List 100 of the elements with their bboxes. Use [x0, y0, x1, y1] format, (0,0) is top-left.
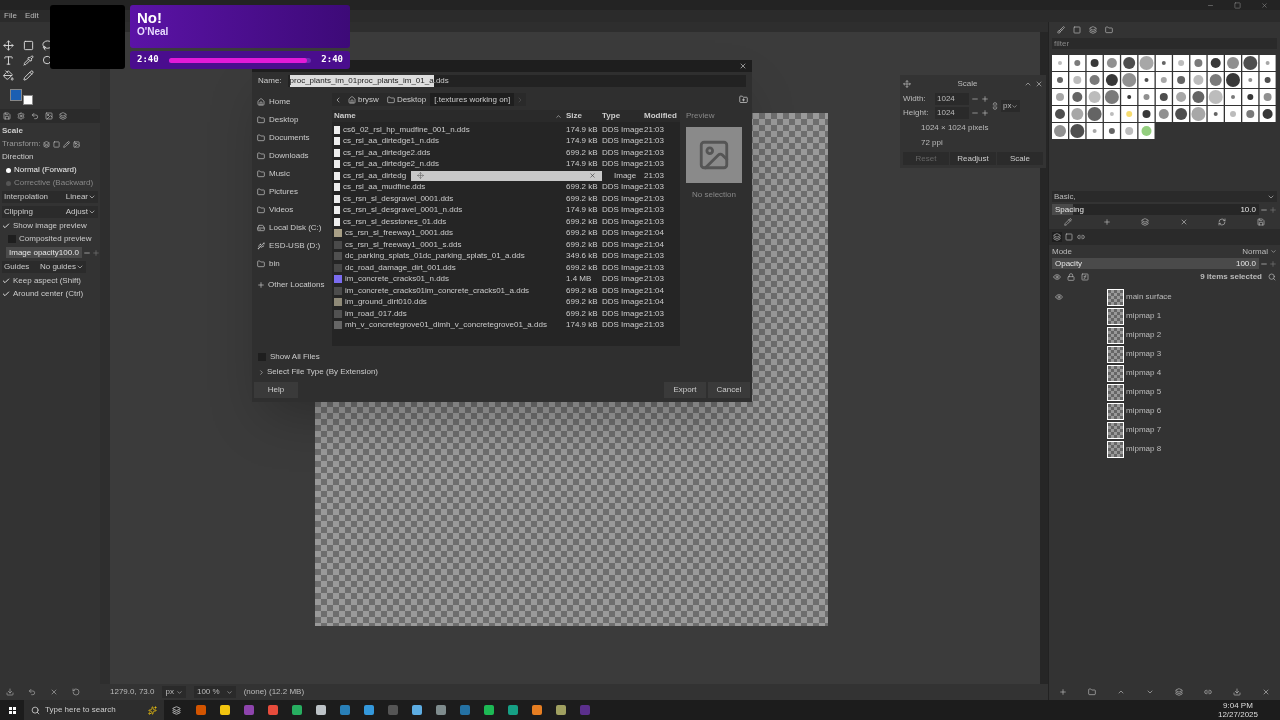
file-name[interactable]: cs_rsl_aa_dirtedg — [343, 169, 407, 182]
guides-dropdown[interactable]: Guides No guides — [2, 261, 86, 273]
dock-tab-icon[interactable] — [1057, 26, 1065, 34]
place-item[interactable]: bin — [257, 258, 327, 270]
layer-action-icon[interactable] — [1203, 688, 1212, 696]
place-item[interactable]: Home — [257, 96, 327, 108]
path-button[interactable]: brysw — [344, 93, 383, 106]
maximize-icon[interactable] — [1234, 1, 1241, 9]
effects-icon[interactable] — [1081, 272, 1089, 281]
panel-tab-icon[interactable] — [45, 112, 53, 120]
export-button[interactable]: Export — [664, 382, 706, 398]
panel-action-icon[interactable] — [72, 688, 80, 696]
file-name[interactable]: dc_road_damage_dirt_001.dds — [345, 261, 456, 274]
menu-item[interactable]: File — [4, 10, 17, 22]
checkbox[interactable] — [2, 222, 10, 230]
file-name[interactable]: im_road_017.dds — [345, 307, 407, 320]
layer-action-icon[interactable] — [1117, 688, 1126, 696]
dropdown[interactable]: Clipping Adjust — [2, 206, 98, 218]
mode-dropdown[interactable]: Normal — [1242, 245, 1277, 258]
column-header[interactable]: Modified — [644, 110, 680, 122]
dialog-button[interactable]: Readjust — [950, 152, 996, 165]
file-name[interactable]: cs_rsn_sl_desgravel_0001.dds — [343, 192, 454, 205]
layer-row[interactable]: mipmap 2 — [1049, 326, 1280, 344]
tool-icon[interactable] — [22, 40, 34, 51]
layer-action-icon[interactable] — [1261, 688, 1270, 696]
file-name[interactable]: im_concrete_cracks01im_concrete_cracks01_a.dds — [345, 284, 530, 297]
visibility-icon[interactable] — [1055, 293, 1063, 301]
file-name[interactable]: cs_rsn_sl_desgravel_0001_n.dds — [343, 204, 463, 217]
lock-icon[interactable] — [1067, 272, 1075, 281]
brush-action-icon[interactable] — [1256, 218, 1265, 226]
back-button[interactable] — [334, 95, 342, 104]
dialog-button[interactable]: Scale — [997, 152, 1043, 165]
place-item[interactable]: Desktop — [257, 114, 327, 126]
opacity-slider[interactable]: Opacity 100.0 — [1052, 258, 1259, 269]
transform-type-icon[interactable] — [43, 140, 51, 148]
dock-tab-icon[interactable] — [1105, 26, 1113, 34]
path-button[interactable]: Desktop — [382, 93, 431, 106]
background-color[interactable] — [23, 95, 33, 105]
file-name[interactable]: cs_rsn_sl_freeway1_0001_s.dds — [345, 238, 462, 251]
collapse-icon[interactable] — [1024, 80, 1032, 88]
file-name[interactable]: cs_rsn_sl_desstones_01.dds — [343, 215, 447, 228]
file-name[interactable]: dc_parking_splats_01dc_parking_splats_01_a.dds — [345, 250, 525, 263]
panel-tab-icon[interactable] — [31, 112, 39, 120]
layer-action-icon[interactable] — [1232, 688, 1241, 696]
file-type-expander[interactable]: Select File Type (By Extension) — [258, 366, 746, 378]
visibility-icon[interactable] — [1053, 272, 1061, 281]
dock-tab-icon[interactable] — [1064, 232, 1074, 242]
other-locations[interactable]: Other Locations — [257, 279, 327, 291]
file-name[interactable]: cs_rsl_aa_mudfine.dds — [343, 181, 426, 194]
brush-action-icon[interactable] — [1102, 218, 1111, 226]
panel-tab-icon[interactable] — [17, 112, 25, 120]
plus-icon[interactable] — [981, 95, 989, 103]
tool-icon[interactable] — [22, 55, 34, 66]
file-name[interactable]: cs_rsl_aa_dirtedge1_n.dds — [343, 135, 440, 148]
search-field[interactable]: Type here to search — [24, 700, 164, 720]
panel-action-icon[interactable] — [28, 688, 36, 696]
layer-action-icon[interactable] — [1088, 688, 1097, 696]
zoom-dropdown[interactable]: 100 % — [193, 686, 236, 698]
layer-row[interactable]: mipmap 5 — [1049, 383, 1280, 401]
column-header[interactable]: Name — [332, 110, 555, 122]
layer-action-icon[interactable] — [1059, 688, 1068, 696]
dock-tab-icon[interactable] — [1089, 26, 1097, 34]
unit-dropdown[interactable]: px — [1001, 100, 1021, 112]
tool-icon[interactable] — [22, 70, 34, 81]
dropdown[interactable]: Interpolation Linear — [2, 191, 98, 203]
file-name[interactable]: im_ground_dirt010.dds — [345, 296, 427, 309]
close-icon[interactable] — [1261, 1, 1268, 9]
place-item[interactable]: Pictures — [257, 186, 327, 198]
preset-dropdown[interactable]: Basic, — [1052, 191, 1277, 202]
layer-row[interactable]: mipmap 3 — [1049, 345, 1280, 363]
help-button[interactable]: Help — [254, 382, 298, 398]
place-item[interactable]: Music — [257, 168, 327, 180]
layer-row[interactable]: main surface — [1049, 288, 1280, 306]
dock-tab-icon[interactable] — [1073, 26, 1081, 34]
dock-tab-icon[interactable] — [1076, 232, 1086, 242]
transform-type-icon[interactable] — [73, 140, 81, 148]
path-button[interactable]: [.textures working on] — [430, 93, 515, 106]
file-name[interactable]: cs_rsl_aa_dirtedge2_n.dds — [343, 158, 440, 171]
place-item[interactable]: Downloads — [257, 150, 327, 162]
tool-icon[interactable] — [3, 55, 14, 66]
search-icon[interactable] — [1268, 272, 1276, 281]
panel-action-icon[interactable] — [50, 688, 58, 696]
layer-row[interactable]: mipmap 7 — [1049, 421, 1280, 439]
brush-action-icon[interactable] — [1218, 218, 1227, 226]
place-item[interactable]: Documents — [257, 132, 327, 144]
close-icon[interactable] — [1035, 80, 1043, 88]
brush-action-icon[interactable] — [1064, 218, 1073, 226]
layer-row[interactable]: mipmap 4 — [1049, 364, 1280, 382]
unit-dropdown[interactable]: px — [162, 686, 186, 698]
file-name[interactable]: cs_rsl_aa_dirtedge2.dds — [343, 146, 431, 159]
file-name[interactable]: cs_rsn_sl_freeway1_0001.dds — [345, 227, 454, 240]
checkbox[interactable] — [2, 290, 10, 298]
transform-type-icon[interactable] — [63, 140, 71, 148]
close-icon[interactable] — [589, 172, 596, 180]
input-field[interactable]: 1024 — [935, 93, 969, 105]
radio-button[interactable] — [6, 167, 11, 173]
brush-action-icon[interactable] — [1141, 218, 1150, 226]
checkbox[interactable] — [2, 277, 10, 285]
filter-field[interactable]: filter — [1052, 38, 1277, 49]
place-item[interactable]: Local Disk (C:) — [257, 222, 327, 234]
